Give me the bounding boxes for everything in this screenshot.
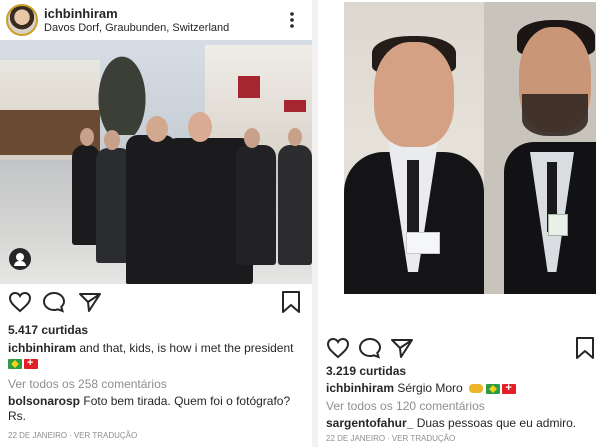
comment-username[interactable]: sargentofahur_ <box>326 416 413 430</box>
view-all-comments-link[interactable]: Ver todos os 120 comentários <box>326 399 485 413</box>
comment-text: Duas pessoas que eu admiro. <box>416 416 577 430</box>
man-left-face <box>374 42 454 147</box>
heart-icon[interactable] <box>8 291 32 313</box>
trees <box>92 45 152 135</box>
likes-count[interactable]: 5.417 curtidas <box>8 323 88 337</box>
guard-figure-right <box>278 145 312 265</box>
man-right-badge <box>548 214 568 236</box>
bookmark-icon[interactable] <box>574 336 596 360</box>
comment-icon[interactable] <box>358 337 382 359</box>
post-meta: 22 DE JANEIRO · VER TRADUÇÃO <box>8 431 137 440</box>
caption-username[interactable]: ichbinhiram <box>326 381 394 395</box>
comment-username[interactable]: bolsonarosp <box>8 394 80 408</box>
post-actions <box>0 288 312 316</box>
president-head <box>188 112 212 142</box>
avatar[interactable] <box>6 4 38 36</box>
handshake-icon <box>469 384 484 394</box>
swiss-flag-icon <box>502 381 517 395</box>
right-post: 3.219 curtidas ichbinhiram Sérgio Moro V… <box>318 0 600 447</box>
post-date: 22 DE JANEIRO <box>8 431 68 440</box>
post-location[interactable]: Davos Dorf, Graubunden, Switzerland <box>44 22 229 34</box>
brazil-flag-icon <box>8 359 22 370</box>
translate-link[interactable]: VER TRADUÇÃO <box>74 431 137 440</box>
post-actions <box>318 334 600 362</box>
caption: ichbinhiram and that, kids, is how i met… <box>8 341 308 356</box>
brazil-flag-icon <box>486 383 501 394</box>
guard-head <box>244 128 260 148</box>
post-header: ichbinhiram Davos Dorf, Graubunden, Swit… <box>0 0 312 40</box>
red-sign-small <box>284 100 306 112</box>
man-left-badge <box>406 232 440 254</box>
user-tag-body <box>14 261 26 266</box>
post-date: 22 DE JANEIRO <box>326 434 386 443</box>
likes-count[interactable]: 3.219 curtidas <box>326 364 406 378</box>
post-photo[interactable] <box>344 2 596 294</box>
guard-figure <box>236 145 276 265</box>
red-sign <box>238 76 260 98</box>
caption-text: and that, kids, is how i met the preside… <box>79 341 294 355</box>
send-icon[interactable] <box>78 291 102 313</box>
left-post: ichbinhiram Davos Dorf, Graubunden, Swit… <box>0 0 312 447</box>
young-man-head <box>146 116 168 142</box>
meta-separator: · <box>69 431 72 440</box>
caption-username[interactable]: ichbinhiram <box>8 341 76 355</box>
comment-icon[interactable] <box>42 291 66 313</box>
user-tag-head <box>16 253 24 261</box>
send-icon[interactable] <box>390 337 414 359</box>
man-right-beard <box>522 94 588 136</box>
heart-icon[interactable] <box>326 337 350 359</box>
bodyguard-head <box>80 128 94 146</box>
caption-flags <box>8 356 40 370</box>
more-vertical-icon[interactable] <box>286 11 298 29</box>
bookmark-icon[interactable] <box>280 290 302 314</box>
comment: sargentofahur_ Duas pessoas que eu admir… <box>326 416 596 431</box>
translate-link[interactable]: VER TRADUÇÃO <box>392 434 455 443</box>
post-username[interactable]: ichbinhiram <box>44 6 118 21</box>
post-photo[interactable] <box>0 40 312 284</box>
comment: bolsonarosp Foto bem tirada. Quem foi o … <box>8 394 308 424</box>
view-all-comments-link[interactable]: Ver todos os 258 comentários <box>8 377 167 391</box>
man-head <box>104 130 120 150</box>
user-tag-icon[interactable] <box>9 248 31 270</box>
post-meta: 22 DE JANEIRO · VER TRADUÇÃO <box>326 434 455 443</box>
caption-text: Sérgio Moro <box>397 381 463 395</box>
guard-head-right <box>288 128 302 146</box>
swiss-flag-icon <box>24 356 38 370</box>
caption: ichbinhiram Sérgio Moro <box>326 381 596 396</box>
meta-separator: · <box>387 434 390 443</box>
